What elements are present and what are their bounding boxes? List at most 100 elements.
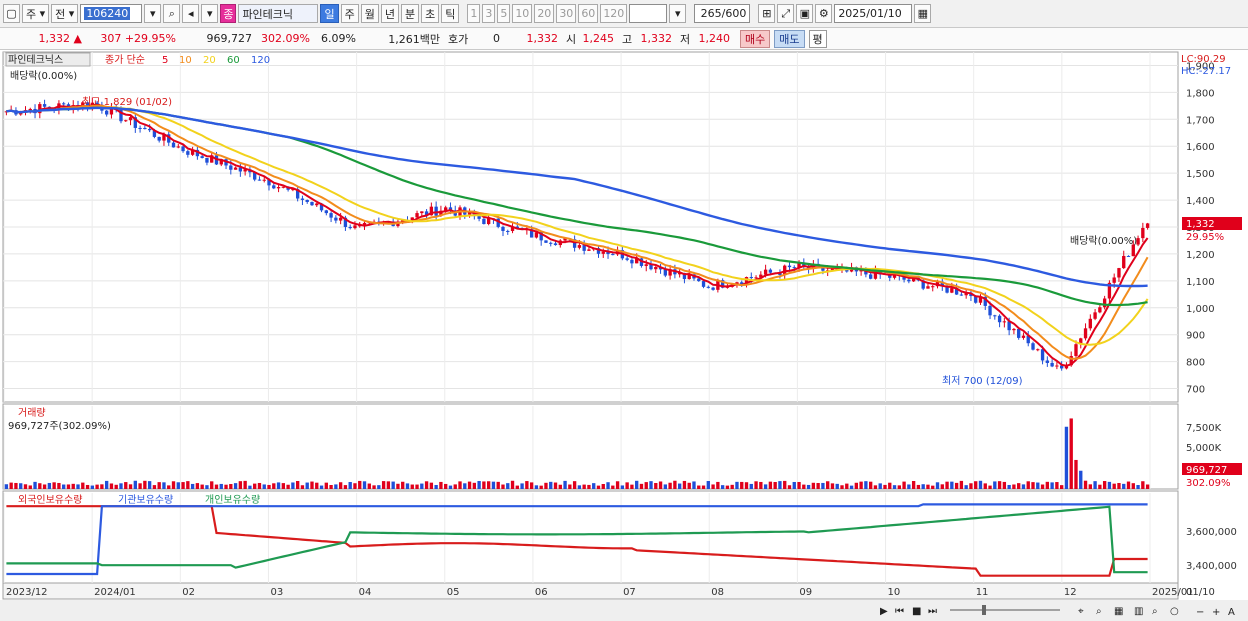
volume-bar — [295, 481, 300, 489]
volume-bar — [233, 483, 238, 489]
interval-3[interactable]: 3 — [482, 4, 496, 23]
code-input[interactable]: 106240 — [80, 4, 143, 23]
crosshair-icon[interactable]: ⌖ — [1078, 606, 1084, 617]
volume-bar — [897, 485, 901, 489]
interval-60[interactable]: 60 — [578, 4, 599, 23]
period-tick[interactable]: 틱 — [441, 4, 460, 23]
code-dropdown-icon[interactable]: ▾ — [144, 4, 162, 23]
period-day[interactable]: 일 — [320, 4, 339, 23]
window-icon[interactable]: ▢ — [3, 4, 20, 23]
volume-bar — [740, 481, 744, 489]
candle-body — [353, 225, 357, 229]
quote-bid: 1,332 — [526, 32, 559, 45]
quote-price: 1,332 — [38, 32, 71, 45]
candle-body — [959, 294, 964, 296]
candle-body — [1145, 223, 1150, 228]
quote-amount: 1,261백만 — [388, 32, 440, 46]
candle-body — [1088, 318, 1092, 329]
volume-bar — [491, 481, 496, 489]
volume-bar — [401, 481, 405, 489]
interval-10[interactable]: 10 — [512, 4, 533, 23]
candle-body — [1083, 328, 1088, 339]
bottom-toolbar — [0, 600, 1248, 621]
volume-bar — [62, 484, 66, 489]
average-button[interactable]: 평 — [808, 29, 827, 48]
interval-30[interactable]: 30 — [556, 4, 577, 23]
zoom-out-icon[interactable]: − — [1196, 607, 1204, 618]
volume-bar — [439, 481, 443, 489]
volume-bar — [663, 484, 668, 489]
stop-icon[interactable]: ■ — [912, 606, 921, 617]
volume-bar — [649, 481, 653, 489]
volume-bar — [482, 481, 486, 489]
volume-bar — [864, 481, 868, 489]
volume-bar — [983, 483, 987, 489]
volume-title: 거래량 — [18, 407, 46, 419]
volume-panel — [2, 403, 1179, 490]
search-icon[interactable]: ⌕ — [163, 4, 181, 23]
settings-gear-icon[interactable]: ⚙ — [815, 4, 833, 23]
annotation-event: 배당락(0.00%) — [1070, 235, 1137, 247]
save-icon[interactable]: ▣ — [796, 4, 814, 23]
period-minute[interactable]: 분 — [400, 4, 420, 23]
candle-body — [701, 281, 706, 287]
volume-bar — [147, 481, 152, 489]
zoom-slider-handle[interactable] — [982, 605, 986, 615]
volume-bar — [763, 484, 768, 489]
period-year[interactable]: 년 — [380, 4, 399, 23]
candle-body — [1021, 335, 1026, 338]
volume-bar — [539, 485, 543, 489]
calendar-icon[interactable]: ▦ — [914, 4, 932, 23]
scroll-last-icon[interactable]: ⏭ — [928, 606, 937, 617]
interval-1[interactable]: 1 — [467, 4, 481, 23]
candle-body — [868, 274, 873, 279]
compare-icon[interactable]: ⊞ — [758, 4, 776, 23]
prev-select[interactable]: 전 ▾ — [51, 4, 79, 23]
interval-120[interactable]: 120 — [600, 4, 628, 23]
candle-body — [1122, 255, 1126, 269]
volume-bar — [849, 485, 854, 489]
market-select[interactable]: 주 ▾ — [22, 4, 50, 23]
period-week[interactable]: 주 — [340, 4, 359, 23]
volume-bar — [23, 484, 28, 489]
search-small-icon[interactable]: ⌕ — [1096, 606, 1102, 617]
volume-bar — [611, 485, 615, 489]
interval-5[interactable]: 5 — [497, 4, 511, 23]
volume-bar — [1059, 485, 1064, 489]
period-month[interactable]: 월 — [360, 4, 379, 23]
speaker-icon[interactable]: ◂ — [182, 4, 200, 23]
volume-bar — [253, 483, 257, 489]
price-tick-label: 1,000 — [1186, 304, 1215, 315]
period-second[interactable]: 초 — [421, 4, 440, 23]
stock-chart[interactable]: 1,9001,8001,7001,6001,5001,4001,3001,200… — [0, 50, 1248, 621]
volume-bar — [911, 480, 916, 489]
buy-button[interactable]: 매수 — [740, 29, 771, 48]
count-input[interactable]: 265/600 — [694, 4, 751, 23]
candle-body — [1002, 321, 1007, 323]
quote-hoga-value: 0 — [493, 32, 500, 45]
volume-bar — [1088, 484, 1092, 489]
interval-dropdown-icon[interactable]: ▾ — [669, 4, 687, 23]
volume-bar — [630, 484, 634, 489]
grid-icon[interactable]: ▦ — [1114, 606, 1123, 617]
candle-body — [1045, 360, 1050, 363]
interval-input[interactable] — [629, 4, 668, 23]
scroll-first-icon[interactable]: ⏮ — [895, 606, 904, 617]
sell-button[interactable]: 매도 — [774, 29, 805, 48]
candle-body — [1036, 349, 1040, 351]
date-input[interactable]: 2025/01/10 — [834, 4, 913, 23]
scroll-right-icon[interactable]: ▶ — [880, 606, 888, 617]
candle-body — [420, 211, 424, 214]
volume-bar — [152, 485, 157, 489]
zoom-in-icon[interactable]: + — [1212, 607, 1220, 618]
candle-body — [587, 249, 591, 251]
interval-20[interactable]: 20 — [534, 4, 555, 23]
volume-bar — [281, 483, 286, 489]
bars-icon[interactable]: ▥ — [1134, 606, 1143, 617]
lens-icon[interactable]: ○ — [1170, 606, 1179, 617]
search-zoom-icon[interactable]: ⌕ — [1152, 606, 1158, 617]
font-size-icon[interactable]: A — [1228, 607, 1235, 618]
speaker-dropdown-icon[interactable]: ▾ — [201, 4, 219, 23]
legend-ma-10: 10 — [179, 55, 192, 66]
tool-icon[interactable]: ⤢ — [777, 4, 795, 23]
